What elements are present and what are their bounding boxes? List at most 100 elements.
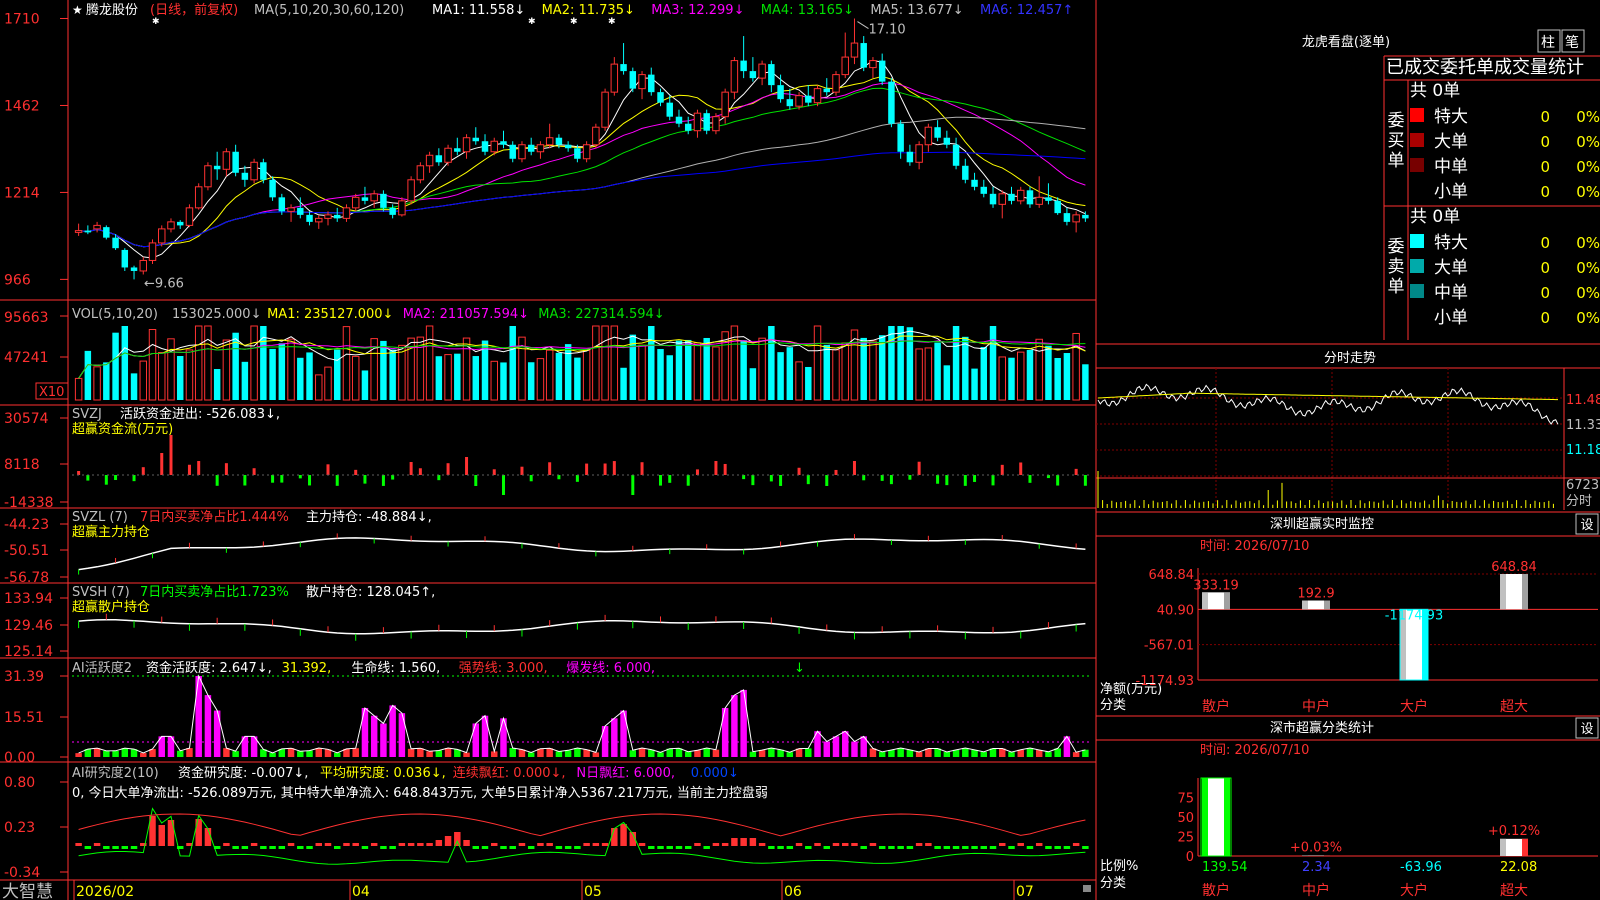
buy-row-name: 特大	[1434, 107, 1468, 127]
candle-body	[758, 63, 766, 79]
sell-total: 共 0单	[1410, 207, 1460, 227]
research-bar	[805, 846, 812, 849]
candle-body	[1054, 200, 1061, 214]
activity-bar	[389, 705, 396, 757]
buy-row-value: 0	[1540, 158, 1550, 176]
fundflow-bar	[862, 475, 866, 481]
volume-bar	[703, 337, 710, 400]
candle-body	[971, 179, 978, 187]
candle-body	[860, 43, 867, 68]
volume-bar	[712, 346, 720, 401]
activity-bar	[140, 753, 147, 757]
research-bar	[398, 843, 406, 846]
fundflow-bar	[973, 475, 977, 482]
svzj-header: SVZJ	[72, 407, 102, 422]
activity-bar	[527, 752, 535, 757]
ma-value-6: MA6: 12.457↑	[980, 3, 1073, 18]
volume-bar	[805, 366, 812, 400]
candle-body	[601, 91, 609, 128]
activity-bar	[213, 710, 221, 757]
sell-legend-swatch	[1410, 284, 1424, 298]
research-bar	[481, 846, 489, 849]
candle-body	[915, 144, 923, 163]
volume-bar	[297, 357, 304, 400]
svzj-y-label: 30574	[4, 411, 49, 427]
candle-body	[370, 193, 378, 202]
activity-bar	[435, 750, 443, 757]
volume-bar	[998, 356, 1006, 401]
buy-legend-swatch	[1410, 183, 1424, 197]
kline-y-label: 1710	[4, 12, 40, 28]
svzl-y-label: -44.23	[4, 517, 49, 533]
research-bar	[1072, 843, 1080, 846]
research-bar	[1008, 846, 1015, 849]
ai-active-y-label: 15.51	[4, 710, 44, 726]
retail-holding-line	[78, 618, 1086, 635]
activity-bar	[749, 751, 757, 757]
vol-unit: X10	[39, 385, 64, 400]
fenshi-title: 分时走势	[1324, 350, 1376, 366]
research-bar	[878, 846, 886, 849]
candle-body	[564, 144, 572, 149]
activity-bar	[564, 750, 572, 757]
ma-header: MA(5,10,20,30,60,120)	[254, 3, 404, 18]
research-bar	[250, 843, 258, 846]
candle-body	[112, 237, 119, 249]
candle-body	[989, 193, 997, 205]
classify-top-label: +0.12%	[1488, 824, 1540, 839]
candle-body	[850, 42, 859, 58]
volume-bar	[1045, 345, 1052, 400]
volume-bar	[582, 349, 591, 401]
candle-body	[398, 200, 406, 216]
activity-bar	[176, 750, 184, 757]
monitor-bar-shade	[1202, 592, 1208, 610]
candle-body	[545, 137, 554, 146]
volume-bar	[435, 356, 443, 400]
svzj-subtitle: 超赢资金流(万元)	[72, 421, 173, 437]
candle-body	[962, 165, 969, 180]
research-bar	[795, 843, 803, 846]
research-bar	[407, 843, 415, 846]
fundflow-bar	[852, 461, 856, 475]
candle-body	[481, 141, 489, 152]
candle-body	[425, 154, 434, 167]
monitor-y-label: -567.01	[1144, 639, 1194, 654]
candle-body	[306, 214, 313, 222]
activity-bar	[287, 748, 295, 757]
candle-body	[841, 56, 849, 76]
activity-bar	[962, 747, 969, 757]
activity-bar	[223, 748, 230, 757]
fundflow-bar	[714, 461, 718, 475]
candle-body	[629, 71, 637, 89]
research-bar	[130, 846, 138, 849]
vol-value: MA3: 227314.594↓	[538, 307, 664, 322]
volume-bar	[194, 325, 203, 401]
sell-row-value: 0	[1540, 309, 1550, 327]
fundflow-bar	[991, 475, 995, 486]
candle-body	[250, 161, 258, 181]
svsh-value: 散户持仓: 128.045↑,	[306, 584, 435, 600]
candle-body	[222, 151, 231, 170]
candle-body	[536, 144, 545, 153]
fundflow-bar	[769, 475, 773, 482]
research-bar	[814, 843, 821, 846]
sell-side-label: 委	[1388, 237, 1405, 257]
fundflow-bar	[806, 475, 810, 485]
fundflow-bar	[889, 475, 893, 485]
kline-y-label: 1462	[4, 98, 40, 114]
buy-row-percent: 0%	[1576, 183, 1600, 201]
ai-active-value: 生命线: 1.560,	[351, 660, 440, 676]
activity-bar	[777, 749, 784, 757]
activity-bar	[832, 736, 840, 757]
volume-bar	[444, 354, 452, 401]
volume-bar	[84, 350, 92, 400]
fundflow-bar	[936, 475, 940, 484]
volume-bar	[389, 349, 396, 400]
volume-bar	[509, 326, 516, 400]
volume-bar	[536, 358, 545, 401]
fundflow-bar	[492, 469, 496, 475]
fundflow-bar	[585, 463, 589, 475]
svzl-y-label: -50.51	[4, 543, 49, 559]
research-bar	[537, 843, 544, 846]
ai-research-header: AI研究度2(10)	[72, 765, 159, 781]
